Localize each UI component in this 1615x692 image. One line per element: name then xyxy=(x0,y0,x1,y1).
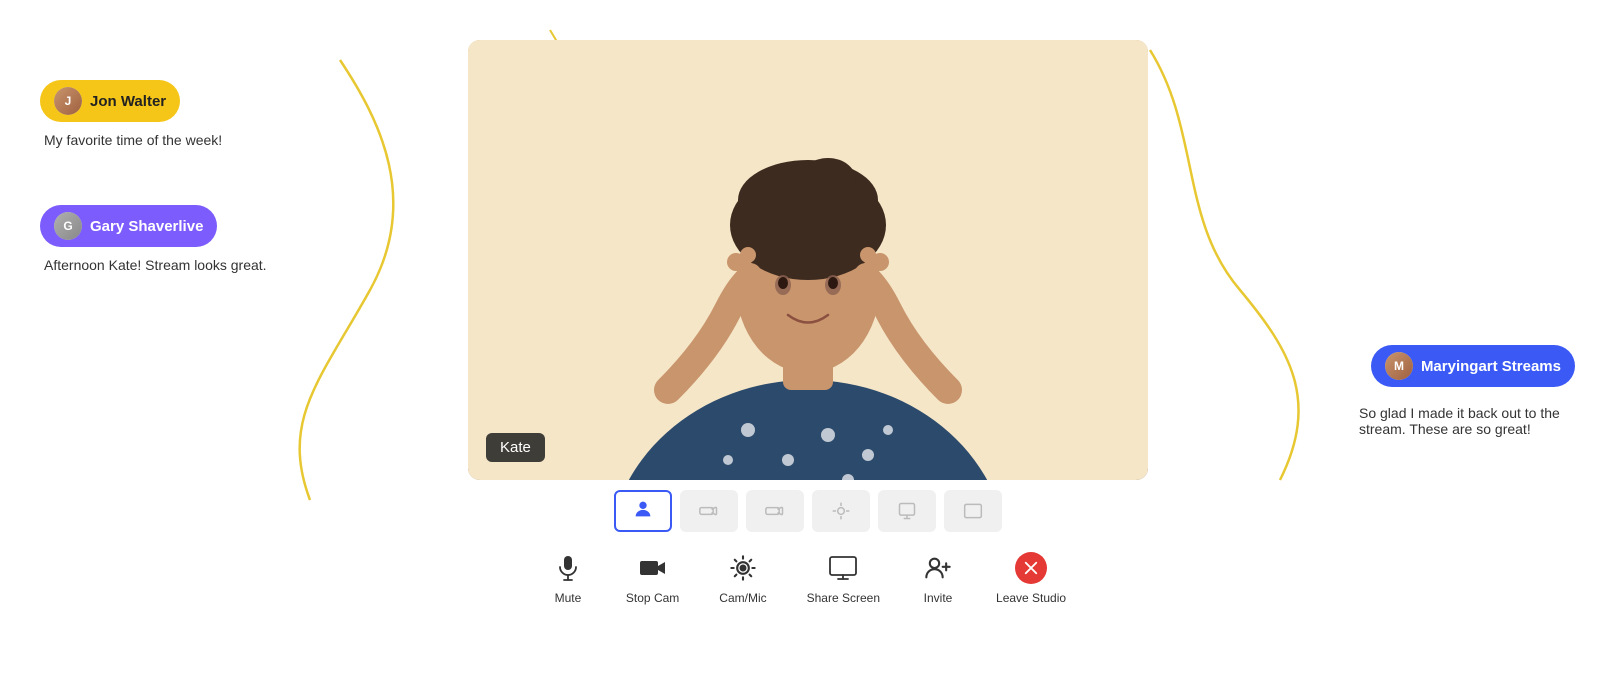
participant-slot-6[interactable] xyxy=(944,490,1002,532)
mute-icon-wrap xyxy=(550,550,586,586)
invite-icon-wrap xyxy=(920,550,956,586)
mute-label: Mute xyxy=(555,591,582,605)
participant-slot-2[interactable] xyxy=(680,490,738,532)
cam-mic-label: Cam/Mic xyxy=(719,591,766,605)
cam-mic-icon-wrap xyxy=(725,550,761,586)
gary-message: Afternoon Kate! Stream looks great. xyxy=(40,257,267,273)
participant-slot-1[interactable] xyxy=(614,490,672,532)
gary-avatar: G xyxy=(54,212,82,240)
chat-bubble-jon: J Jon Walter My favorite time of the wee… xyxy=(40,80,222,148)
close-icon xyxy=(1022,559,1040,577)
invite-button[interactable]: Invite xyxy=(920,550,956,605)
mary-name: Maryingart Streams xyxy=(1421,358,1561,375)
settings-icon xyxy=(729,554,757,582)
participant-slot-3[interactable] xyxy=(746,490,804,532)
leave-studio-label: Leave Studio xyxy=(996,591,1066,605)
stop-cam-label: Stop Cam xyxy=(626,591,679,605)
participant-slot-5[interactable] xyxy=(878,490,936,532)
chat-bubble-gary: G Gary Shaverlive Afternoon Kate! Stream… xyxy=(40,205,267,273)
mute-button[interactable]: Mute xyxy=(550,550,586,605)
share-screen-icon-wrap xyxy=(825,550,861,586)
chat-bubble-mary: M Maryingart Streams So glad I made it b… xyxy=(1355,345,1575,437)
leave-red-circle xyxy=(1015,552,1047,584)
share-screen-button[interactable]: Share Screen xyxy=(807,550,880,605)
mary-message: So glad I made it back out to the stream… xyxy=(1355,405,1575,437)
leave-studio-button[interactable]: Leave Studio xyxy=(996,550,1066,605)
mary-avatar: M xyxy=(1385,352,1413,380)
monitor-icon xyxy=(828,555,858,581)
camera-icon xyxy=(638,556,668,580)
participant-slot-4[interactable] xyxy=(812,490,870,532)
share-screen-label: Share Screen xyxy=(807,591,880,605)
gary-tag: G Gary Shaverlive xyxy=(40,205,217,247)
participant-person-icon xyxy=(632,498,654,525)
leave-icon-wrap xyxy=(1013,550,1049,586)
video-feed: Kate xyxy=(468,40,1148,480)
video-person: Kate xyxy=(468,40,1148,480)
toolbar-buttons: Mute Stop Cam Cam/Mic xyxy=(550,550,1066,605)
participant-bar xyxy=(614,490,1002,532)
gary-name: Gary Shaverlive xyxy=(90,218,203,235)
invite-label: Invite xyxy=(924,591,953,605)
mary-tag: M Maryingart Streams xyxy=(1371,345,1575,387)
invite-person-icon xyxy=(924,554,952,582)
jon-name: Jon Walter xyxy=(90,93,166,110)
mary-avatar-inner: M xyxy=(1385,352,1413,380)
stop-cam-icon-wrap xyxy=(635,550,671,586)
cam-mic-button[interactable]: Cam/Mic xyxy=(719,550,766,605)
jon-avatar-inner: J xyxy=(54,87,82,115)
gary-avatar-inner: G xyxy=(54,212,82,240)
jon-message: My favorite time of the week! xyxy=(40,132,222,148)
jon-avatar: J xyxy=(54,87,82,115)
mic-icon xyxy=(555,554,581,582)
stop-cam-button[interactable]: Stop Cam xyxy=(626,550,679,605)
speaker-name-badge: Kate xyxy=(486,433,545,462)
toolbar-area: Mute Stop Cam Cam/Mic xyxy=(468,490,1148,605)
jon-tag: J Jon Walter xyxy=(40,80,180,122)
